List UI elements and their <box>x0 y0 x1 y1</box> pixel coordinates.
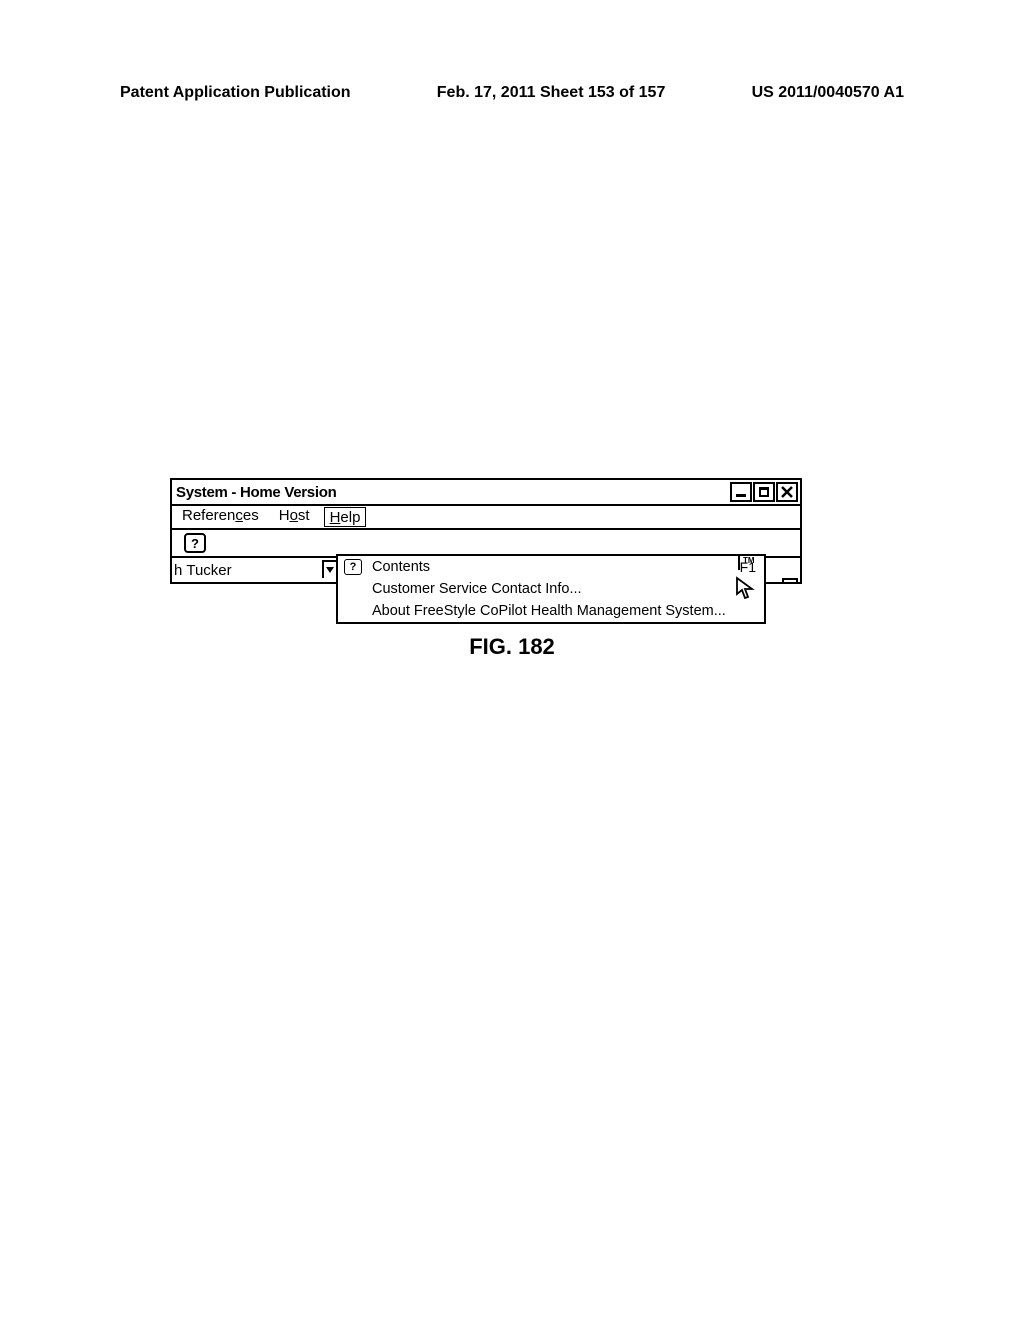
menu-help-hotkey: H <box>330 509 341 526</box>
help-contents-label: Contents <box>372 559 740 575</box>
help-dropdown: TM ? Contents F1 Customer Service Contac… <box>336 554 766 624</box>
app-window: System - Home Version References Host He… <box>170 478 802 584</box>
menu-host[interactable]: Host <box>269 507 320 527</box>
menu-references-hotkey: c <box>235 507 243 524</box>
maximize-button[interactable] <box>753 482 775 502</box>
menu-help[interactable]: Help <box>324 507 367 527</box>
help-customer-service-label: Customer Service Contact Info... <box>344 581 758 597</box>
tm-badge: TM <box>738 556 762 570</box>
help-icon[interactable]: ? <box>184 533 206 553</box>
chevron-down-icon <box>326 567 334 573</box>
page-header: Patent Application Publication Feb. 17, … <box>0 84 1024 102</box>
close-icon <box>780 485 794 499</box>
window-title: System - Home Version <box>174 484 729 501</box>
help-menu-about[interactable]: About FreeStyle CoPilot Health Managemen… <box>338 600 764 622</box>
close-button[interactable] <box>776 482 798 502</box>
dropdown-caret[interactable] <box>322 560 336 578</box>
help-menu-customer-service[interactable]: Customer Service Contact Info... <box>338 578 764 600</box>
header-left: Patent Application Publication <box>120 84 351 102</box>
help-icon-small: ? <box>344 559 362 575</box>
cursor-icon <box>734 576 756 607</box>
titlebar: System - Home Version <box>172 480 800 506</box>
figure-label: FIG. 182 <box>0 634 1024 660</box>
user-prefix: h <box>172 562 182 579</box>
menu-host-hotkey: o <box>290 507 298 524</box>
menu-references[interactable]: References <box>172 507 269 527</box>
help-about-label: About FreeStyle CoPilot Health Managemen… <box>344 603 758 619</box>
maximize-icon <box>759 487 769 497</box>
window-controls <box>729 482 798 502</box>
scrollbar-stub[interactable] <box>782 578 798 584</box>
header-center: Feb. 17, 2011 Sheet 153 of 157 <box>437 84 666 102</box>
header-right: US 2011/0040570 A1 <box>752 84 904 102</box>
toolbar: ? TM ? Contents F1 Customer Service Cont… <box>172 530 800 558</box>
minimize-button[interactable] <box>730 482 752 502</box>
user-name: Tucker <box>184 562 231 579</box>
menubar: References Host Help <box>172 506 800 530</box>
minimize-icon <box>736 494 746 497</box>
help-menu-contents[interactable]: ? Contents F1 <box>338 556 764 578</box>
